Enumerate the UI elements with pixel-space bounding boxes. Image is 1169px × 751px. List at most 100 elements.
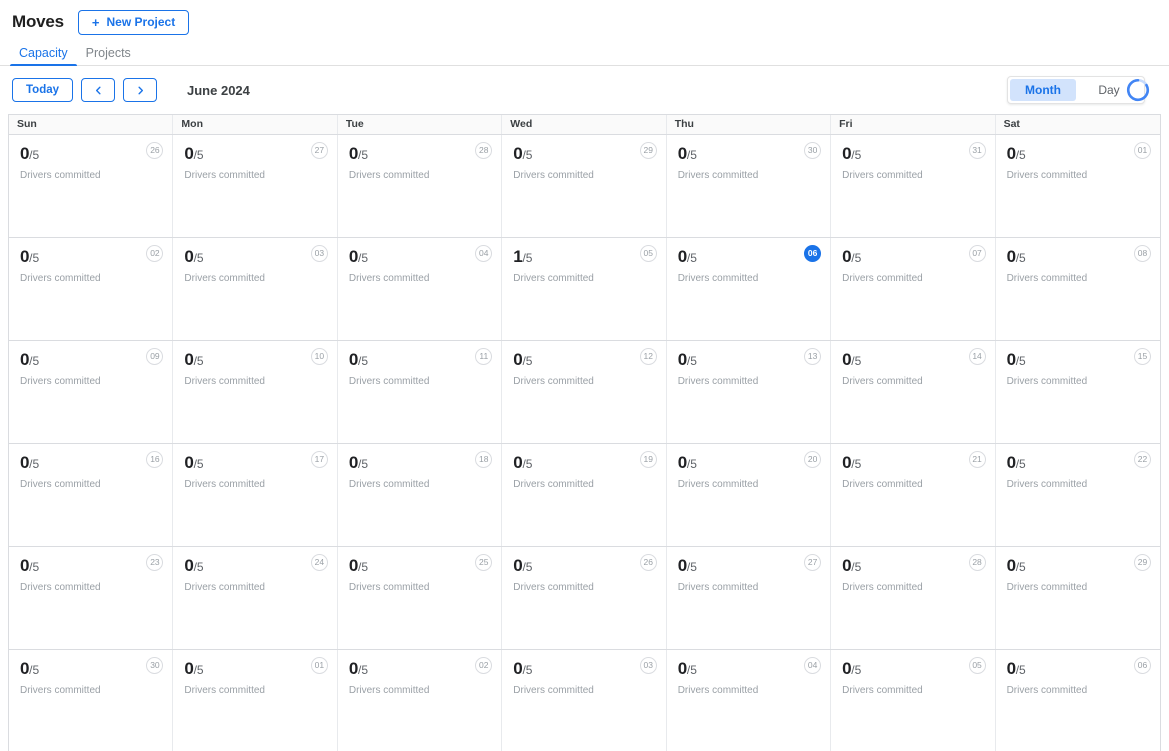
calendar-day-cell[interactable]: 01 0/5 Drivers committed bbox=[995, 135, 1160, 237]
calendar-day-cell[interactable]: 23 0/5 Drivers committed bbox=[9, 547, 174, 649]
calendar-day-cell[interactable]: 16 0/5 Drivers committed bbox=[9, 444, 174, 546]
date-badge-today[interactable]: 06 bbox=[804, 245, 822, 262]
capacity-sublabel: Drivers committed bbox=[184, 273, 265, 284]
calendar-day-cell[interactable]: 29 0/5 Drivers committed bbox=[995, 547, 1160, 649]
date-badge[interactable]: 01 bbox=[1134, 142, 1151, 159]
calendar-day-cell[interactable]: 06 0/5 Drivers committed bbox=[995, 650, 1160, 751]
calendar-day-cell[interactable]: 20 0/5 Drivers committed bbox=[666, 444, 832, 546]
date-badge[interactable]: 27 bbox=[310, 142, 328, 159]
calendar-day-cell[interactable]: 03 0/5 Drivers committed bbox=[502, 650, 667, 751]
capacity-total: /5 bbox=[851, 251, 862, 265]
calendar-day-cell[interactable]: 03 0/5 Drivers committed bbox=[173, 238, 338, 340]
date-badge[interactable]: 26 bbox=[639, 554, 657, 571]
calendar-day-cell[interactable]: 13 0/5 Drivers committed bbox=[666, 341, 832, 443]
date-badge[interactable]: 27 bbox=[804, 554, 822, 571]
calendar-day-cell[interactable]: 30 0/5 Drivers committed bbox=[9, 650, 174, 751]
capacity-line: 0/5 bbox=[1007, 660, 1151, 678]
capacity-line: 0/5 bbox=[842, 557, 985, 575]
date-badge[interactable]: 13 bbox=[804, 348, 822, 365]
dow-header-sat: Sat bbox=[1003, 118, 1020, 130]
date-badge[interactable]: 05 bbox=[968, 657, 986, 674]
date-badge[interactable]: 03 bbox=[310, 245, 328, 262]
capacity-line: 0/5 bbox=[513, 351, 656, 369]
calendar-day-cell[interactable]: 27 0/5 Drivers committed bbox=[173, 135, 338, 237]
next-month-button[interactable] bbox=[123, 78, 158, 102]
today-button[interactable]: Today bbox=[12, 78, 74, 102]
calendar-day-cell[interactable]: 26 0/5 Drivers committed bbox=[502, 547, 667, 649]
date-badge[interactable]: 10 bbox=[310, 348, 328, 365]
calendar-day-cell[interactable]: 30 0/5 Drivers committed bbox=[666, 135, 832, 237]
calendar-day-cell[interactable]: 19 0/5 Drivers committed bbox=[502, 444, 667, 546]
calendar-day-cell[interactable]: 10 0/5 Drivers committed bbox=[173, 341, 338, 443]
calendar-day-cell[interactable]: 21 0/5 Drivers committed bbox=[831, 444, 996, 546]
calendar-day-cell[interactable]: 14 0/5 Drivers committed bbox=[831, 341, 996, 443]
date-badge[interactable]: 30 bbox=[804, 142, 822, 159]
capacity-count: 0 bbox=[184, 453, 194, 472]
calendar-day-cell[interactable]: 25 0/5 Drivers committed bbox=[337, 547, 503, 649]
date-badge[interactable]: 04 bbox=[804, 657, 822, 674]
date-badge[interactable]: 14 bbox=[968, 348, 986, 365]
calendar-day-cell[interactable]: 04 0/5 Drivers committed bbox=[337, 238, 503, 340]
capacity-line: 0/5 bbox=[513, 454, 656, 472]
capacity-sublabel: Drivers committed bbox=[513, 479, 594, 490]
capacity-sublabel: Drivers committed bbox=[842, 273, 923, 284]
calendar-day-cell[interactable]: 06 0/5 Drivers committed bbox=[666, 238, 832, 340]
calendar-day-cell[interactable]: 26 0/5 Drivers committed bbox=[9, 135, 174, 237]
calendar-day-cell[interactable]: 31 0/5 Drivers committed bbox=[831, 135, 996, 237]
date-badge[interactable]: 01 bbox=[310, 657, 328, 674]
date-badge[interactable]: 07 bbox=[968, 245, 986, 262]
calendar-day-cell[interactable]: 12 0/5 Drivers committed bbox=[502, 341, 667, 443]
date-badge[interactable]: 20 bbox=[804, 451, 822, 468]
view-mode-day-button[interactable]: Day bbox=[1076, 79, 1142, 101]
calendar-day-cell[interactable]: 29 0/5 Drivers committed bbox=[502, 135, 667, 237]
date-badge[interactable]: 21 bbox=[968, 451, 986, 468]
capacity-sublabel: Drivers committed bbox=[677, 170, 759, 181]
date-badge[interactable]: 12 bbox=[639, 348, 657, 365]
calendar-day-cell[interactable]: 22 0/5 Drivers committed bbox=[995, 444, 1160, 546]
capacity-count: 0 bbox=[1006, 556, 1016, 575]
calendar-day-cell[interactable]: 18 0/5 Drivers committed bbox=[337, 444, 503, 546]
calendar-day-cell[interactable]: 02 0/5 Drivers committed bbox=[9, 238, 174, 340]
date-badge[interactable]: 17 bbox=[310, 451, 328, 468]
new-project-button[interactable]: + New Project bbox=[77, 9, 190, 35]
calendar-day-cell[interactable]: 28 0/5 Drivers committed bbox=[831, 547, 996, 649]
calendar-day-cell[interactable]: 05 0/5 Drivers committed bbox=[831, 650, 996, 751]
date-badge[interactable]: 24 bbox=[310, 554, 328, 571]
calendar-day-cell[interactable]: 17 0/5 Drivers committed bbox=[173, 444, 338, 546]
calendar-day-cell[interactable]: 04 0/5 Drivers committed bbox=[666, 650, 832, 751]
capacity-sublabel: Drivers committed bbox=[513, 685, 594, 696]
capacity-line: 0/5 bbox=[1007, 454, 1151, 472]
capacity-line: 0/5 bbox=[20, 454, 163, 472]
calendar-day-cell[interactable]: 28 0/5 Drivers committed bbox=[337, 135, 503, 237]
date-badge[interactable]: 06 bbox=[1134, 657, 1151, 674]
calendar-day-cell[interactable]: 11 0/5 Drivers committed bbox=[337, 341, 503, 443]
date-badge[interactable]: 05 bbox=[639, 245, 657, 262]
previous-month-button[interactable] bbox=[81, 78, 116, 102]
capacity-sublabel: Drivers committed bbox=[842, 376, 923, 387]
tab-projects[interactable]: Projects bbox=[77, 46, 140, 66]
view-mode-month-button[interactable]: Month bbox=[1010, 79, 1076, 101]
date-badge[interactable]: 29 bbox=[639, 142, 657, 159]
date-badge[interactable]: 08 bbox=[1134, 245, 1151, 262]
date-badge[interactable]: 29 bbox=[1134, 554, 1151, 571]
calendar-day-cell[interactable]: 08 0/5 Drivers committed bbox=[995, 238, 1160, 340]
calendar-day-cell[interactable]: 15 0/5 Drivers committed bbox=[995, 341, 1160, 443]
capacity-sublabel: Drivers committed bbox=[1006, 170, 1088, 181]
calendar-day-cell[interactable]: 02 0/5 Drivers committed bbox=[337, 650, 503, 751]
calendar-day-cell[interactable]: 09 0/5 Drivers committed bbox=[9, 341, 174, 443]
date-badge[interactable]: 19 bbox=[639, 451, 657, 468]
calendar-day-cell[interactable]: 05 1/5 Drivers committed bbox=[502, 238, 667, 340]
date-badge[interactable]: 31 bbox=[968, 142, 986, 159]
calendar-day-cell[interactable]: 24 0/5 Drivers committed bbox=[173, 547, 338, 649]
date-badge[interactable]: 22 bbox=[1134, 451, 1151, 468]
date-badge[interactable]: 28 bbox=[968, 554, 986, 571]
calendar-day-cell[interactable]: 07 0/5 Drivers committed bbox=[831, 238, 996, 340]
capacity-line: 0/5 bbox=[678, 660, 821, 678]
capacity-line: 0/5 bbox=[678, 351, 821, 369]
tab-capacity[interactable]: Capacity bbox=[10, 46, 77, 66]
calendar-day-cell[interactable]: 27 0/5 Drivers committed bbox=[666, 547, 832, 649]
date-badge[interactable]: 03 bbox=[639, 657, 657, 674]
calendar-day-cell[interactable]: 01 0/5 Drivers committed bbox=[173, 650, 338, 751]
capacity-sublabel: Drivers committed bbox=[842, 170, 923, 181]
date-badge[interactable]: 15 bbox=[1134, 348, 1151, 365]
